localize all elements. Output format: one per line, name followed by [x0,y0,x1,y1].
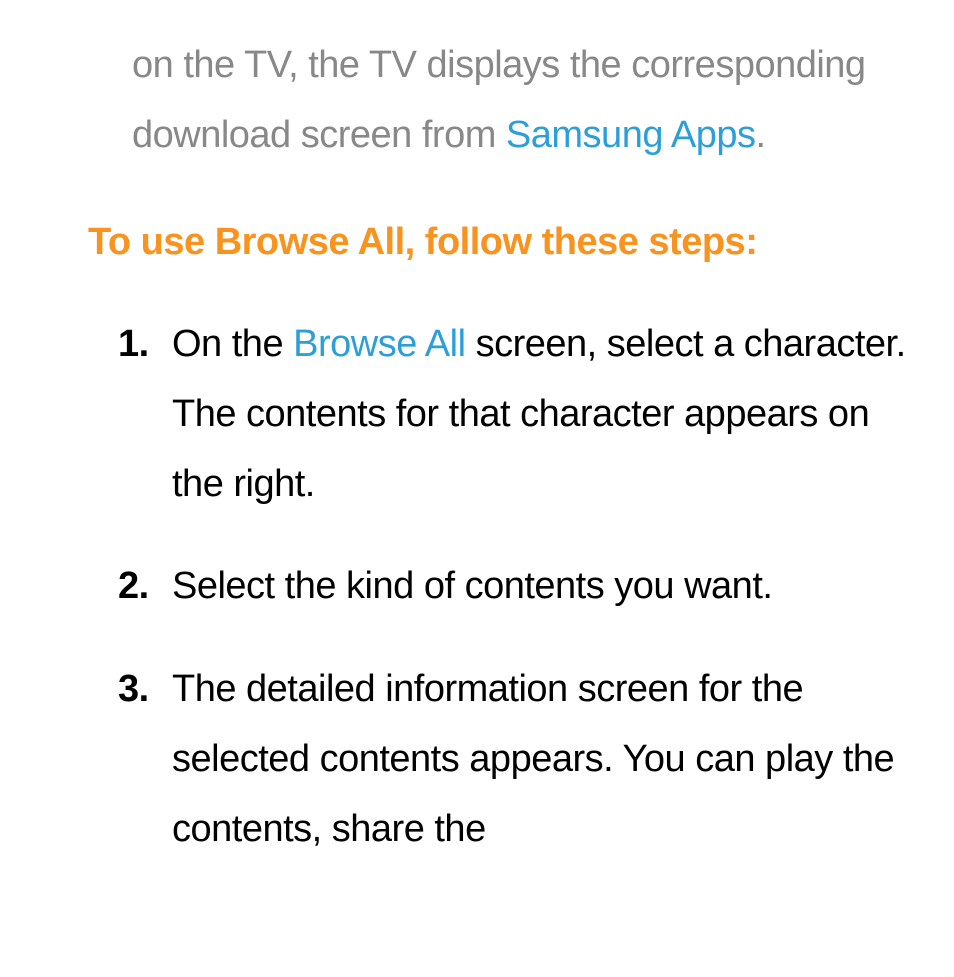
step-number: 1. [118,309,149,379]
list-item: 2. Select the kind of contents you want. [100,551,914,621]
list-item: 3. The detailed information screen for t… [100,654,914,865]
step-number: 2. [118,551,149,621]
list-item: 1. On the Browse All screen, select a ch… [100,309,914,520]
intro-text-after: . [756,114,766,156]
intro-paragraph: on the TV, the TV displays the correspon… [132,30,914,171]
samsung-apps-link[interactable]: Samsung Apps [506,114,756,156]
step-text-before: The detailed information screen for the … [172,668,894,851]
browse-all-link[interactable]: Browse All [293,323,465,365]
section-heading: To use Browse All, follow these steps: [88,221,914,264]
step-number: 3. [118,654,149,724]
step-text-before: On the [172,323,293,365]
step-text-before: Select the kind of contents you want. [172,565,772,607]
document-content: on the TV, the TV displays the correspon… [0,0,954,865]
steps-list: 1. On the Browse All screen, select a ch… [100,309,914,865]
